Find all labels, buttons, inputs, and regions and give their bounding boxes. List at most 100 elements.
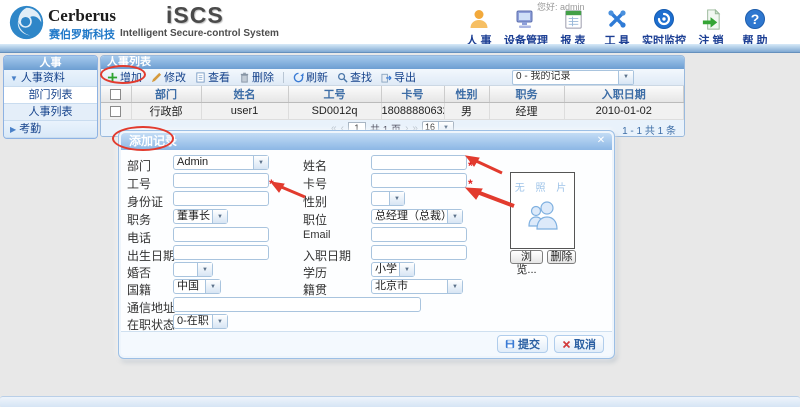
- cell: user1: [201, 103, 288, 120]
- view-icon: [195, 72, 206, 83]
- chevron-down-icon[interactable]: ▼: [197, 263, 212, 276]
- gender-select[interactable]: ▼: [371, 191, 405, 206]
- column-header[interactable]: 入职日期: [564, 86, 684, 103]
- status-select[interactable]: 0-在职▼: [173, 314, 228, 329]
- chevron-down-icon[interactable]: ▼: [618, 71, 633, 84]
- refresh-button[interactable]: 刷新: [293, 69, 328, 85]
- header-divider: [0, 44, 800, 53]
- export-icon: [381, 72, 392, 83]
- select-all-checkbox[interactable]: [101, 86, 131, 103]
- work-id-input[interactable]: [173, 173, 269, 188]
- phone-input[interactable]: [173, 227, 269, 242]
- nationality-select[interactable]: 中国▼: [173, 279, 221, 294]
- view-button[interactable]: 查看: [195, 69, 230, 85]
- no-photo-label: 无 照 片: [511, 179, 574, 194]
- help-icon: ?: [743, 5, 767, 31]
- chevron-down-icon[interactable]: ▼: [212, 315, 227, 328]
- app-header: Cerberus 赛伯罗斯科技 iSCS Intelligent Secure-…: [0, 0, 800, 44]
- person-icon: [467, 5, 491, 31]
- cell: 行政部: [131, 103, 201, 120]
- sidebar-group-attendance[interactable]: ▶考勤: [4, 121, 97, 138]
- chevron-down-icon[interactable]: ▼: [447, 210, 462, 223]
- nav-device-management[interactable]: 设备管理: [504, 5, 548, 48]
- position-label: 职位: [303, 211, 327, 228]
- personnel-table: 部门 姓名 工号 卡号 性别 职务 入职日期 行政部 user1 SD0012q…: [101, 86, 684, 120]
- card-no-input[interactable]: [371, 173, 467, 188]
- column-header[interactable]: 姓名: [201, 86, 288, 103]
- save-icon: [505, 339, 515, 349]
- dialog-footer: 提交 取消: [121, 331, 612, 356]
- work-id-label: 工号: [127, 175, 151, 192]
- tools-icon: [605, 5, 629, 31]
- edit-button[interactable]: 修改: [151, 69, 186, 85]
- id-card-label: 身份证: [127, 193, 163, 210]
- education-select[interactable]: 小学▼: [371, 262, 415, 277]
- sidebar-group-personnel-data[interactable]: ▼人事资料: [4, 70, 97, 87]
- cell: 男: [444, 103, 489, 120]
- chevron-down-icon[interactable]: ▼: [389, 192, 404, 205]
- column-header[interactable]: 性别: [444, 86, 489, 103]
- table-header-row: 部门 姓名 工号 卡号 性别 职务 入职日期: [101, 86, 684, 103]
- nav-personnel[interactable]: 人 事: [460, 5, 498, 48]
- dialog-title: 添加记录: [121, 133, 612, 150]
- chevron-down-icon[interactable]: ▼: [447, 280, 462, 293]
- hire-date-input[interactable]: [371, 245, 467, 260]
- native-place-select[interactable]: 北京市▼: [371, 279, 463, 294]
- sidebar-item-department-list[interactable]: 部门列表: [4, 87, 97, 104]
- column-header[interactable]: 职务: [489, 86, 564, 103]
- browse-button[interactable]: 浏览...: [510, 250, 543, 264]
- nationality-label: 国籍: [127, 281, 151, 298]
- export-button[interactable]: 导出: [381, 69, 416, 85]
- sidebar-item-personnel-list[interactable]: 人事列表: [4, 104, 97, 121]
- chevron-down-icon[interactable]: ▼: [253, 156, 268, 169]
- position-select[interactable]: 总经理（总裁）▼: [371, 209, 463, 224]
- sidebar-title: 人事: [4, 56, 97, 70]
- photo-placeholder: 无 照 片: [510, 172, 575, 249]
- nav-realtime-monitor[interactable]: 实时监控: [642, 5, 686, 48]
- column-header[interactable]: 卡号: [381, 86, 444, 103]
- name-input[interactable]: [371, 155, 467, 170]
- row-checkbox[interactable]: [101, 103, 131, 120]
- device-icon: [514, 5, 538, 31]
- id-card-input[interactable]: [173, 191, 269, 206]
- birth-date-label: 出生日期: [127, 247, 175, 264]
- record-filter-select[interactable]: 0 - 我的记录 ▼: [512, 70, 634, 85]
- table-row[interactable]: 行政部 user1 SD0012q 18088880632 男 经理 2010-…: [101, 103, 684, 120]
- required-asterisk: *: [468, 159, 473, 173]
- address-input[interactable]: [173, 297, 421, 312]
- search-button[interactable]: 查找: [337, 69, 372, 85]
- cancel-button[interactable]: 取消: [554, 335, 604, 353]
- married-select[interactable]: ▼: [173, 262, 213, 277]
- email-label: Email: [303, 229, 331, 241]
- submit-button[interactable]: 提交: [497, 335, 548, 353]
- nav-tools[interactable]: 工 具: [598, 5, 636, 48]
- birth-date-input[interactable]: [173, 245, 269, 260]
- toolbar-separator: [283, 72, 284, 83]
- duty-select[interactable]: 董事长▼: [173, 209, 228, 224]
- nav-logout[interactable]: 注 销: [692, 5, 730, 48]
- close-icon[interactable]: ✕: [595, 135, 607, 147]
- education-label: 学历: [303, 264, 327, 281]
- delete-icon: [239, 72, 250, 83]
- top-nav: 人 事 设备管理 报 表 工 具 实时监控 注 销: [460, 5, 774, 48]
- chevron-down-icon[interactable]: ▼: [399, 263, 414, 276]
- logout-icon: [700, 5, 723, 31]
- monitor-icon: [652, 5, 676, 31]
- column-header[interactable]: 部门: [131, 86, 201, 103]
- column-header[interactable]: 工号: [288, 86, 381, 103]
- dept-select[interactable]: Admin▼: [173, 155, 269, 170]
- gender-label: 性别: [303, 193, 327, 210]
- chevron-down-icon[interactable]: ▼: [212, 210, 227, 223]
- dept-label: 部门: [127, 157, 151, 174]
- add-record-dialog: 添加记录 ✕ 部门 Admin▼ 姓名 * 工号 * 卡号 * 身份证 性别 ▼…: [118, 130, 615, 359]
- brand-name: Cerberus: [48, 6, 116, 26]
- chevron-right-icon: ▶: [10, 125, 16, 134]
- nav-help[interactable]: ? 帮 助: [736, 5, 774, 48]
- chevron-down-icon[interactable]: ▼: [205, 280, 220, 293]
- svg-text:?: ?: [751, 11, 760, 27]
- name-label: 姓名: [303, 157, 327, 174]
- photo-delete-button[interactable]: 删除: [547, 250, 576, 264]
- email-input[interactable]: [371, 227, 467, 242]
- delete-button[interactable]: 删除: [239, 69, 274, 85]
- nav-reports[interactable]: 报 表: [554, 5, 592, 48]
